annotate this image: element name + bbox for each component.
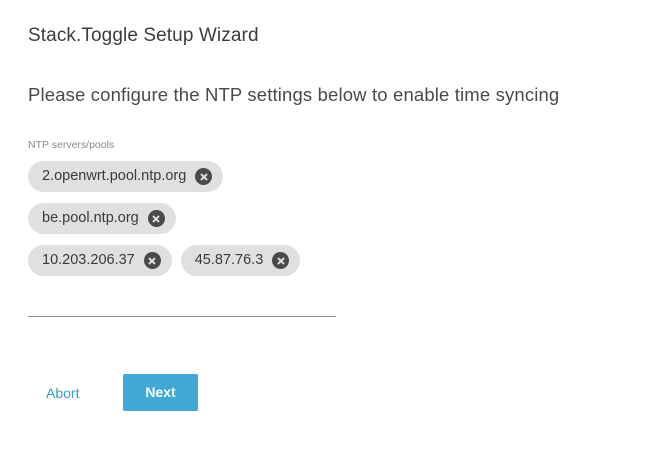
ntp-server-input[interactable] — [28, 316, 336, 317]
ntp-server-chip[interactable]: be.pool.ntp.org — [28, 203, 176, 234]
chip-label: 10.203.206.37 — [42, 252, 135, 268]
wizard-instructions: Please configure the NTP settings below … — [28, 84, 560, 105]
chip-label: 45.87.76.3 — [194, 252, 264, 268]
cancel-circle-icon[interactable] — [272, 252, 290, 269]
cancel-circle-icon[interactable] — [143, 252, 161, 269]
ntp-servers-label: NTP servers/pools — [28, 139, 115, 151]
chip-row: be.pool.ntp.org — [28, 203, 176, 234]
chip-row: 10.203.206.37 45.87.76.3 — [28, 245, 301, 276]
chip-row: 2.openwrt.pool.ntp.org — [28, 161, 224, 192]
chip-label: be.pool.ntp.org — [42, 210, 139, 226]
next-button[interactable]: Next — [123, 374, 198, 411]
cancel-circle-icon[interactable] — [147, 210, 165, 227]
ntp-server-chip[interactable]: 45.87.76.3 — [180, 245, 301, 276]
abort-button[interactable]: Abort — [32, 375, 93, 411]
wizard-title: Stack.Toggle Setup Wizard — [28, 25, 259, 46]
ntp-server-chip[interactable]: 2.openwrt.pool.ntp.org — [28, 161, 224, 192]
cancel-circle-icon[interactable] — [195, 168, 213, 185]
setup-wizard-page: Stack.Toggle Setup Wizard Please configu… — [0, 0, 663, 468]
chip-label: 2.openwrt.pool.ntp.org — [42, 168, 187, 184]
ntp-server-chip[interactable]: 10.203.206.37 — [28, 245, 172, 276]
